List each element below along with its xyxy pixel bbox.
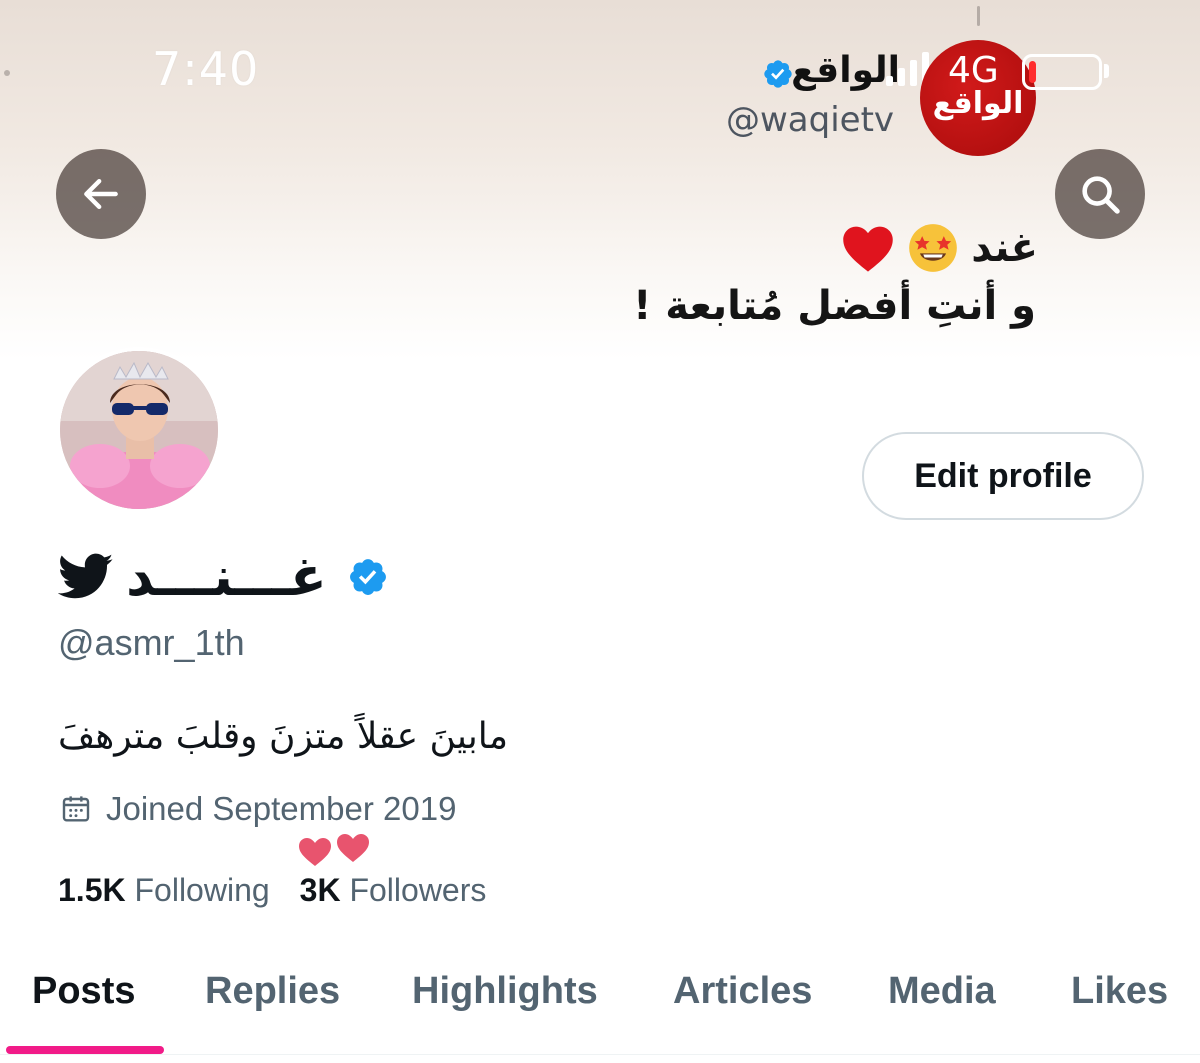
tab-highlights[interactable]: Highlights xyxy=(412,970,598,1013)
network-label: 4G xyxy=(948,50,999,91)
battery-tip xyxy=(1104,64,1109,78)
red-heart-emoji xyxy=(843,226,893,272)
battery-icon xyxy=(1022,54,1102,90)
arrow-left-icon xyxy=(84,178,118,210)
search-icon xyxy=(1082,176,1120,214)
verified-badge-icon[interactable] xyxy=(347,556,389,598)
display-name: غـــنـــد xyxy=(126,545,327,608)
notch-indicator xyxy=(977,6,980,26)
search-button[interactable] xyxy=(1055,149,1145,239)
profile-tabs: Posts Replies Highlights Articles Media … xyxy=(0,960,1200,1063)
following-label: Following xyxy=(134,872,270,908)
banner-brand-handle: @waqietv xyxy=(726,100,895,140)
verified-badge-icon xyxy=(764,60,792,88)
followers-count: 3K xyxy=(299,872,341,908)
banner-brand-name: الواقع xyxy=(791,50,900,91)
avatar[interactable] xyxy=(56,347,222,513)
profile-handle: @asmr_1th xyxy=(58,622,245,663)
tab-likes[interactable]: Likes xyxy=(1071,970,1168,1013)
following-link[interactable]: 1.5K Following xyxy=(58,872,270,909)
back-button[interactable] xyxy=(56,149,146,239)
banner-line-1: غند xyxy=(838,222,1038,274)
twitter-bird-icon xyxy=(58,553,114,598)
follow-stats: 1.5K Following 3K Followers xyxy=(58,872,486,909)
tab-replies[interactable]: Replies xyxy=(205,970,340,1013)
calendar-icon xyxy=(62,796,90,822)
tabs-divider xyxy=(0,1054,1200,1055)
joined-date: Joined September 2019 xyxy=(60,790,456,828)
banner-line-2: و أنتِ أفضل مُتابعة ! xyxy=(633,283,1036,329)
tab-posts[interactable]: Posts xyxy=(32,970,135,1013)
profile-bio: مابينَ عقلاً متزنَ وقلبَ مترهفَ xyxy=(58,716,509,757)
joined-text: Joined September 2019 xyxy=(106,790,457,827)
banner-line-1-text: غند xyxy=(971,225,1038,271)
tab-articles[interactable]: Articles xyxy=(673,970,812,1013)
hearts-icon xyxy=(299,834,369,866)
following-count: 1.5K xyxy=(58,872,126,908)
screen-dot xyxy=(4,70,10,76)
edit-profile-button[interactable]: Edit profile xyxy=(862,432,1144,520)
tab-media[interactable]: Media xyxy=(888,970,996,1013)
followers-label: Followers xyxy=(349,872,487,908)
star-struck-emoji xyxy=(909,224,958,272)
followers-link[interactable]: 3K Followers xyxy=(300,872,487,909)
active-tab-indicator xyxy=(6,1046,164,1054)
status-time: 7:40 xyxy=(152,42,260,96)
avatar-image xyxy=(60,351,218,509)
display-name-row: غـــنـــد xyxy=(58,545,389,608)
battery-level xyxy=(1029,61,1036,83)
